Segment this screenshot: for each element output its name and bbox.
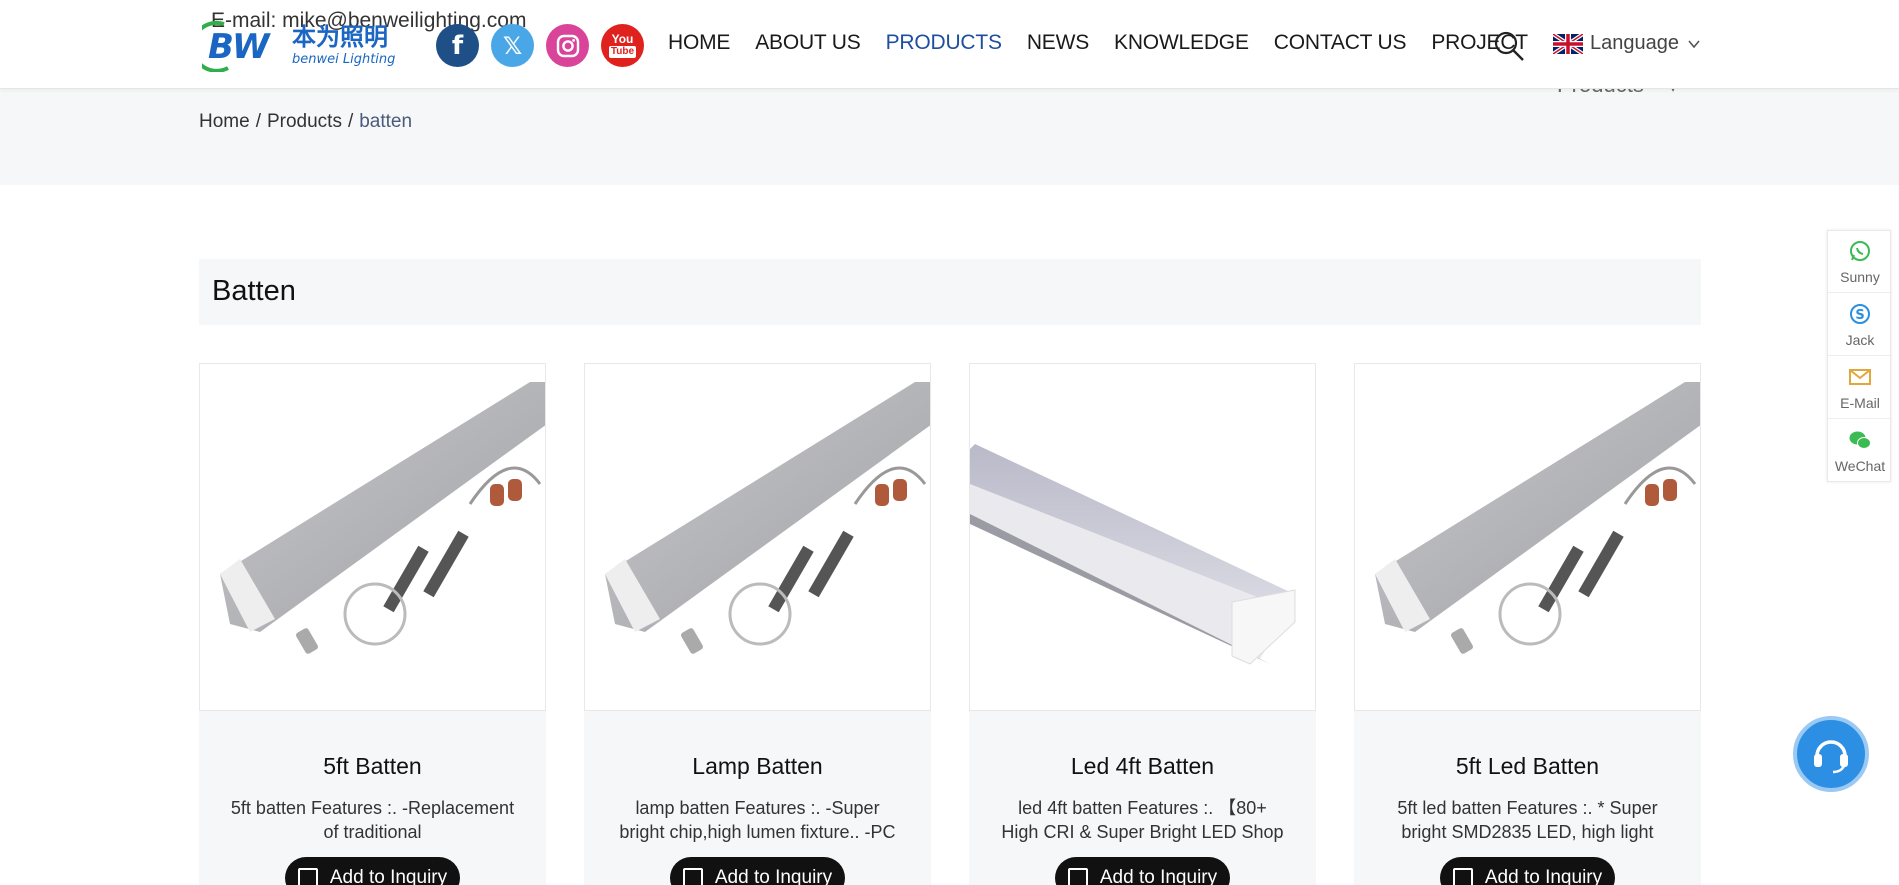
category-title-bar: Batten (199, 259, 1701, 325)
checkbox-icon (1067, 868, 1088, 885)
whatsapp-icon (1850, 241, 1870, 261)
wechat-icon (1849, 431, 1871, 449)
product-image[interactable] (1354, 363, 1701, 711)
add-to-inquiry-label: Add to Inquiry (1484, 867, 1603, 885)
nav-knowledge[interactable]: KNOWLEDGE (1114, 31, 1249, 55)
breadcrumb-home[interactable]: Home (199, 111, 250, 132)
svg-text:本为照明: 本为照明 (292, 23, 388, 51)
live-support-button[interactable] (1793, 716, 1869, 792)
svg-text:benwei Lighting: benwei Lighting (292, 52, 395, 67)
product-card[interactable]: 5ft Batten 5ft batten Features :. -Repla… (199, 363, 546, 885)
checkbox-icon (1452, 868, 1473, 885)
nav-home[interactable]: HOME (668, 31, 730, 55)
facebook-icon[interactable]: f (436, 24, 479, 67)
nav-contact-us[interactable]: CONTACT US (1274, 31, 1407, 55)
add-to-inquiry-label: Add to Inquiry (1099, 867, 1218, 885)
product-description: lamp batten Features :. -Super bright ch… (619, 798, 896, 842)
product-description: 5ft batten Features :. -Replacement of t… (230, 798, 515, 842)
contact-label: WeChat (1834, 458, 1886, 474)
breadcrumb-current: batten (359, 111, 413, 132)
youtube-icon-top: You (611, 31, 634, 46)
contact-skype[interactable]: S Jack (1828, 294, 1892, 356)
product-image[interactable] (584, 363, 931, 711)
contact-whatsapp[interactable]: Sunny (1828, 231, 1892, 293)
contact-label: E-Mail (1840, 395, 1880, 411)
product-name[interactable]: Lamp Batten (584, 753, 931, 780)
product-card[interactable]: Led 4ft Batten led 4ft batten Features :… (969, 363, 1316, 885)
uk-flag-icon (1553, 33, 1583, 54)
add-to-inquiry-button[interactable]: Add to Inquiry (670, 857, 845, 885)
youtube-icon[interactable]: You Tube (601, 24, 644, 67)
chevron-down-icon (1688, 39, 1700, 48)
contact-wechat[interactable]: WeChat (1828, 420, 1892, 482)
product-name[interactable]: 5ft Led Batten (1354, 753, 1701, 780)
contact-email[interactable]: E-Mail (1828, 357, 1892, 419)
language-label: Language (1590, 32, 1679, 54)
mail-icon (1849, 369, 1871, 385)
add-to-inquiry-button[interactable]: Add to Inquiry (1055, 857, 1230, 885)
add-to-inquiry-label: Add to Inquiry (714, 867, 833, 885)
headset-icon (1814, 740, 1848, 774)
site-header: E-mail: mike@benweilighting.com BW 本为照明 … (0, 0, 1899, 89)
nav-products[interactable]: PRODUCTS (886, 31, 1002, 55)
skype-icon: S (1850, 304, 1870, 324)
search-icon[interactable] (1493, 30, 1525, 62)
page-title: Batten (212, 275, 296, 307)
instagram-icon[interactable] (546, 24, 589, 67)
product-image[interactable] (969, 363, 1316, 711)
breadcrumb-separator: / (347, 111, 354, 132)
product-description: led 4ft batten Features :. 【80+ High CRI… (1001, 798, 1284, 842)
product-description: 5ft led batten Features :. * Super brigh… (1397, 798, 1658, 842)
contact-label: Jack (1845, 332, 1875, 348)
product-card[interactable]: Lamp Batten lamp batten Features :. -Sup… (584, 363, 931, 885)
breadcrumb-products[interactable]: Products (267, 111, 342, 132)
breadcrumb-separator: / (255, 111, 261, 132)
breadcrumb: Home / Products / batten (199, 111, 412, 133)
contact-label: Sunny (1840, 269, 1880, 285)
svg-text:BW: BW (208, 27, 271, 67)
add-to-inquiry-button[interactable]: Add to Inquiry (1440, 857, 1615, 885)
nav-about-us[interactable]: ABOUT US (755, 31, 861, 55)
main-nav: HOME ABOUT US PRODUCTS NEWS KNOWLEDGE CO… (668, 31, 1553, 55)
nav-news[interactable]: NEWS (1027, 31, 1089, 55)
product-card[interactable]: 5ft Led Batten 5ft led batten Features :… (1354, 363, 1701, 885)
checkbox-icon (682, 868, 703, 885)
checkbox-icon (297, 868, 318, 885)
language-selector[interactable]: Language (1553, 32, 1701, 55)
product-image[interactable] (199, 363, 546, 711)
add-to-inquiry-button[interactable]: Add to Inquiry (285, 857, 460, 885)
site-logo[interactable]: BW 本为照明 benwei Lighting (202, 18, 397, 72)
youtube-icon-bottom: Tube (608, 45, 637, 58)
svg-text:S: S (1855, 308, 1864, 323)
x-twitter-icon[interactable]: 𝕏 (491, 24, 534, 67)
product-name[interactable]: Led 4ft Batten (969, 753, 1316, 780)
add-to-inquiry-label: Add to Inquiry (329, 867, 448, 885)
breadcrumb-band (0, 89, 1899, 185)
contact-sidebar: Sunny S Jack E-Mail WeChat (1827, 230, 1892, 482)
product-name[interactable]: 5ft Batten (199, 753, 546, 780)
